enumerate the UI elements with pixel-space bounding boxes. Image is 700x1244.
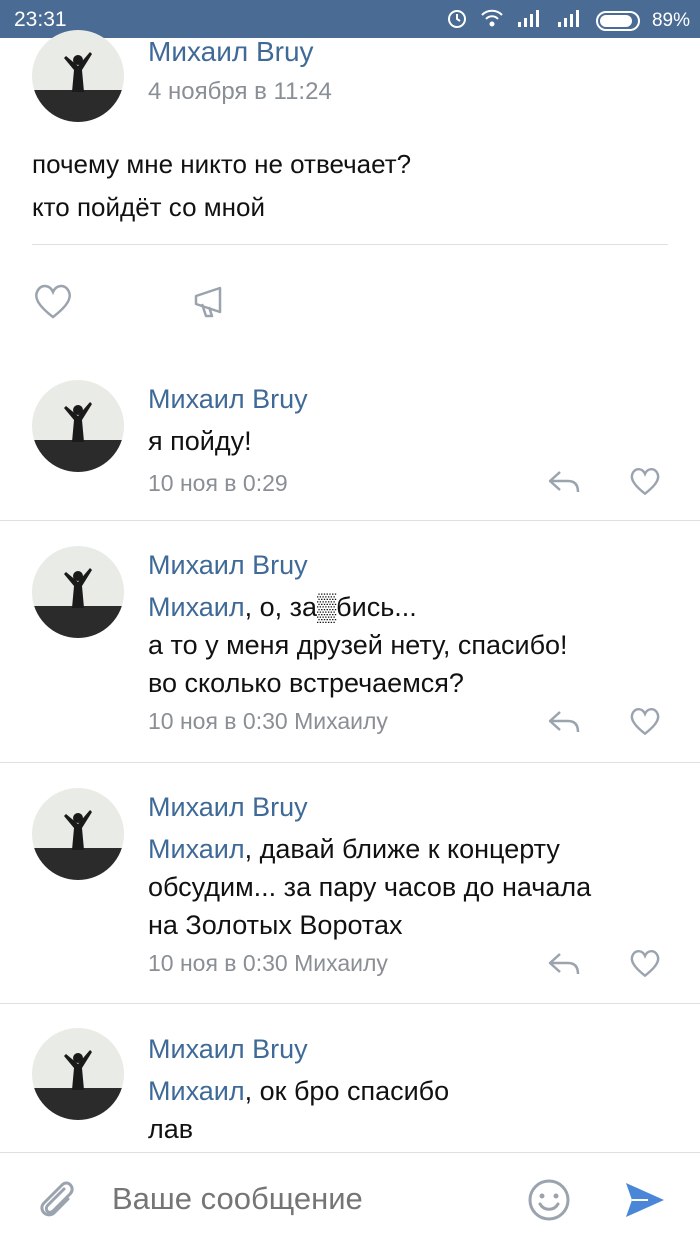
reply-icon[interactable] [546,706,582,741]
share-icon[interactable] [192,282,234,325]
comment: Михаил Bruy я пойду! 10 ноя в 0:29 [0,360,700,522]
comment-author[interactable]: Михаил Bruy [148,550,308,581]
post-actions [32,282,234,325]
heart-icon[interactable] [628,466,662,501]
comment-text: Михаил, давай ближе к концерту обсудим..… [148,830,668,944]
comment: Михаил Bruy Михаил, ок бро спасибо лав [0,1004,700,1152]
mention-link[interactable]: Михаил [148,834,245,864]
comment-meta: 10 ноя в 0:30 Михаилу [148,708,388,734]
post-author[interactable]: Михаил Bruy [148,36,314,68]
send-icon[interactable] [622,1177,668,1228]
post-line: почему мне никто не отвечает? [32,149,412,179]
avatar[interactable] [32,788,124,880]
mention-link[interactable]: Михаил [148,592,245,622]
comment-text: я пойду! [148,422,668,460]
signal-icon [556,8,584,34]
comment-author[interactable]: Михаил Bruy [148,1034,308,1065]
avatar[interactable] [32,546,124,638]
heart-icon[interactable] [628,948,662,983]
comment-author[interactable]: Михаил Bruy [148,384,308,415]
comment-meta: 10 ноя в 0:30 Михаилу [148,950,388,976]
message-input[interactable] [112,1181,492,1217]
status-icons: 89% [446,7,690,35]
battery-icon [595,11,640,31]
alarm-icon [446,7,468,35]
status-time: 23:31 [14,8,67,31]
heart-icon[interactable] [628,706,662,741]
heart-icon[interactable] [32,282,74,325]
divider [0,762,700,763]
comment-body: я пойду! [148,426,252,456]
comment: Михаил Bruy Михаил, давай ближе к концер… [0,764,700,1004]
avatar[interactable] [32,30,124,122]
attach-icon[interactable] [34,1175,78,1228]
post-date: 4 ноября в 11:24 [148,78,332,105]
comment-author[interactable]: Михаил Bruy [148,792,308,823]
comment-meta: 10 ноя в 0:29 [148,470,288,496]
post-text: почему мне никто не отвечает? кто пойдёт… [32,143,411,229]
post-avatar-wrap[interactable] [32,30,124,122]
comment-text: Михаил, ок бро спасибо лав [148,1072,668,1148]
emoji-icon[interactable] [526,1177,572,1228]
divider [0,520,700,521]
avatar[interactable] [32,1028,124,1120]
wifi-icon [480,8,504,34]
message-composer [0,1152,700,1244]
divider [32,244,668,245]
comment: Михаил Bruy Михаил, о, за▒бись... а то у… [0,522,700,764]
mention-link[interactable]: Михаил [148,1076,245,1106]
reply-icon[interactable] [546,948,582,983]
post-line: кто пойдёт со мной [32,192,265,222]
reply-icon[interactable] [546,466,582,501]
avatar[interactable] [32,380,124,472]
comment-text: Михаил, о, за▒бись... а то у меня друзей… [148,588,668,702]
signal-icon [516,8,544,34]
battery-level: 89% [651,10,690,31]
